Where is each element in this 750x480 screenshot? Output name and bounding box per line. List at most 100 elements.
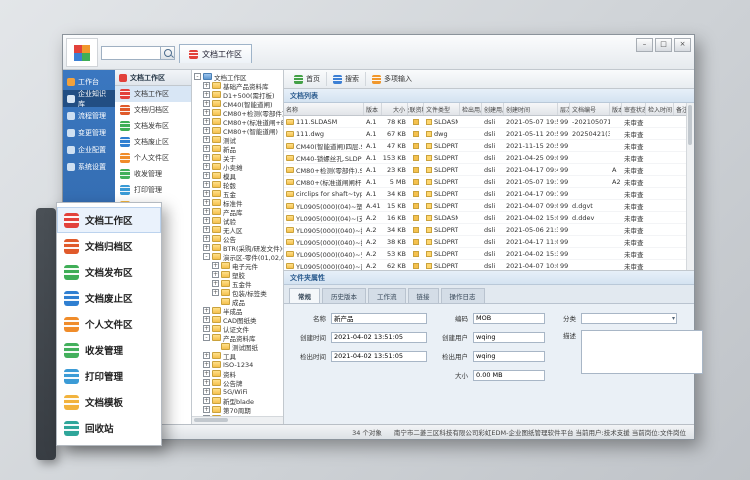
expand-toggle-icon[interactable]: +: [203, 208, 210, 215]
tree-node[interactable]: + 轮毂: [192, 180, 283, 189]
module-item[interactable]: 文档发布区: [115, 118, 191, 134]
popup-menu-item[interactable]: 文档工作区: [57, 207, 161, 233]
left-nav-item[interactable]: 工作台: [63, 73, 115, 90]
popup-menu-item[interactable]: 文档归档区: [57, 233, 161, 259]
column-header[interactable]: 检出用户: [460, 103, 482, 115]
left-nav-item[interactable]: 变更管理: [63, 124, 115, 141]
properties-tab[interactable]: 工作流: [368, 288, 406, 303]
column-header[interactable]: 审查状态: [622, 103, 646, 115]
expand-toggle-icon[interactable]: +: [212, 280, 219, 287]
column-header[interactable]: 版本: [610, 103, 622, 115]
maximize-button[interactable]: □: [655, 38, 672, 52]
table-row[interactable]: 111.SLDASM A.1 78 KB SLDASM dsli 2021-05…: [284, 116, 687, 128]
expand-toggle-icon[interactable]: +: [203, 190, 210, 197]
popup-menu-item[interactable]: 个人文件区: [57, 311, 161, 337]
table-row[interactable]: YL0905(000)(04)~(支架) A.2 16 KB SLDASM ds…: [284, 212, 687, 224]
popup-menu-item[interactable]: 收发管理: [57, 337, 161, 363]
expand-toggle-icon[interactable]: +: [212, 289, 219, 296]
expand-toggle-icon[interactable]: +: [203, 406, 210, 413]
popup-menu-item[interactable]: 文档模板: [57, 389, 161, 415]
minimize-button[interactable]: –: [636, 38, 653, 52]
expand-toggle-icon[interactable]: +: [203, 397, 210, 404]
tree-node[interactable]: + 公告牌: [192, 378, 283, 387]
toolbar-button[interactable]: 搜索: [326, 72, 365, 86]
expand-toggle-icon[interactable]: +: [203, 370, 210, 377]
column-header[interactable]: 版本: [364, 103, 382, 115]
properties-tab[interactable]: 链接: [408, 288, 439, 303]
tree-node[interactable]: + 测试: [192, 135, 283, 144]
expand-toggle-icon[interactable]: +: [203, 316, 210, 323]
expand-toggle-icon[interactable]: +: [203, 154, 210, 161]
column-header[interactable]: 层次: [558, 103, 570, 115]
expand-toggle-icon[interactable]: +: [203, 109, 210, 116]
table-row[interactable]: CM80+检测(零部件).SLDPRT A.1 23 KB SLDPRT dsl…: [284, 164, 687, 176]
column-header[interactable]: 关联资料: [408, 103, 424, 115]
module-item[interactable]: 文档工作区: [115, 86, 191, 102]
tree-horizontal-scrollbar[interactable]: [192, 416, 283, 424]
tree-node[interactable]: 测试图纸: [192, 342, 283, 351]
column-header[interactable]: 创建用户: [482, 103, 504, 115]
left-nav-item[interactable]: 企业配置: [63, 141, 115, 158]
created-time-field[interactable]: [331, 332, 427, 343]
table-row[interactable]: YL0905(000)(040)~按模组 A.2 34 KB SLDPRT ds…: [284, 224, 687, 236]
expand-toggle-icon[interactable]: +: [203, 172, 210, 179]
close-button[interactable]: ×: [674, 38, 691, 52]
module-item[interactable]: 文档废止区: [115, 134, 191, 150]
name-field[interactable]: [331, 313, 427, 324]
properties-tab[interactable]: 操作日志: [441, 288, 485, 303]
tree-node[interactable]: + ISO-1234: [192, 360, 283, 369]
expand-toggle-icon[interactable]: +: [203, 127, 210, 134]
table-row[interactable]: YL0905(000)(04)~塑胶(冻) A.41 15 KB SLDPRT …: [284, 200, 687, 212]
expand-toggle-icon[interactable]: -: [203, 253, 210, 260]
size-field[interactable]: [473, 370, 545, 381]
tree-node[interactable]: + 无人区: [192, 225, 283, 234]
popup-menu-item[interactable]: 回收站: [57, 415, 161, 441]
table-row[interactable]: CM80+(标准道闸闸杆+B.SLDPRT A.1 5 MB SLDPRT ds…: [284, 176, 687, 188]
expand-toggle-icon[interactable]: +: [212, 271, 219, 278]
tree-node[interactable]: + 模具: [192, 171, 283, 180]
expand-toggle-icon[interactable]: +: [212, 262, 219, 269]
scrollbar-thumb[interactable]: [194, 418, 228, 422]
expand-toggle-icon[interactable]: +: [203, 235, 210, 242]
column-header[interactable]: 创建时间: [504, 103, 558, 115]
tree-node[interactable]: + CM80+(智能道闸): [192, 126, 283, 135]
tree-node[interactable]: + 工具: [192, 351, 283, 360]
column-header[interactable]: 文件类型: [424, 103, 460, 115]
table-row[interactable]: 111.dwg A.1 67 KB dwg dsli 2021-05-11 20…: [284, 128, 687, 140]
search-input[interactable]: [101, 46, 160, 60]
properties-tab[interactable]: 常规: [289, 288, 320, 303]
column-header[interactable]: 名称: [284, 103, 364, 115]
expand-toggle-icon[interactable]: +: [203, 352, 210, 359]
table-row[interactable]: CM40(智能道闸)四层.SLDPRT A.1 47 KB SLDPRT dsl…: [284, 140, 687, 152]
toolbar-button[interactable]: 多项输入: [365, 72, 418, 86]
expand-toggle-icon[interactable]: +: [203, 136, 210, 143]
left-nav-item[interactable]: 系统设置: [63, 158, 115, 175]
expand-toggle-icon[interactable]: +: [203, 361, 210, 368]
expand-toggle-icon[interactable]: +: [203, 217, 210, 224]
tree-node[interactable]: + 新品: [192, 144, 283, 153]
expand-toggle-icon[interactable]: +: [203, 163, 210, 170]
properties-tab[interactable]: 历史版本: [322, 288, 366, 303]
left-nav-item[interactable]: 企业知识库: [63, 90, 115, 107]
module-item[interactable]: 个人文件区: [115, 150, 191, 166]
expand-toggle-icon[interactable]: +: [203, 100, 210, 107]
category-select[interactable]: ▾: [581, 313, 677, 324]
description-field[interactable]: [581, 330, 703, 374]
table-row[interactable]: YL0905(000)(040)~面板 A.2 62 KB SLDPRT dsl…: [284, 260, 687, 270]
expand-toggle-icon[interactable]: -: [203, 334, 210, 341]
expand-toggle-icon[interactable]: -: [194, 73, 201, 80]
expand-toggle-icon[interactable]: +: [203, 307, 210, 314]
popup-menu-item[interactable]: 文档废止区: [57, 285, 161, 311]
table-row[interactable]: YL0905(000)(040)~拉线 A.2 38 KB SLDPRT dsl…: [284, 236, 687, 248]
expand-toggle-icon[interactable]: +: [203, 145, 210, 152]
tree-node[interactable]: + 产品库: [192, 207, 283, 216]
expand-toggle-icon[interactable]: +: [203, 244, 210, 251]
code-field[interactable]: [473, 313, 545, 324]
module-item[interactable]: 打印管理: [115, 182, 191, 198]
expand-toggle-icon[interactable]: +: [203, 388, 210, 395]
module-item[interactable]: 文档归档区: [115, 102, 191, 118]
expand-toggle-icon[interactable]: +: [203, 199, 210, 206]
checkout-time-field[interactable]: [331, 351, 427, 362]
table-row[interactable]: YL0905(000)(040)~安装板 A.2 53 KB SLDPRT ds…: [284, 248, 687, 260]
table-row[interactable]: CM40-锁螺丝孔.SLDPRT A.1 153 KB SLDPRT dsli …: [284, 152, 687, 164]
